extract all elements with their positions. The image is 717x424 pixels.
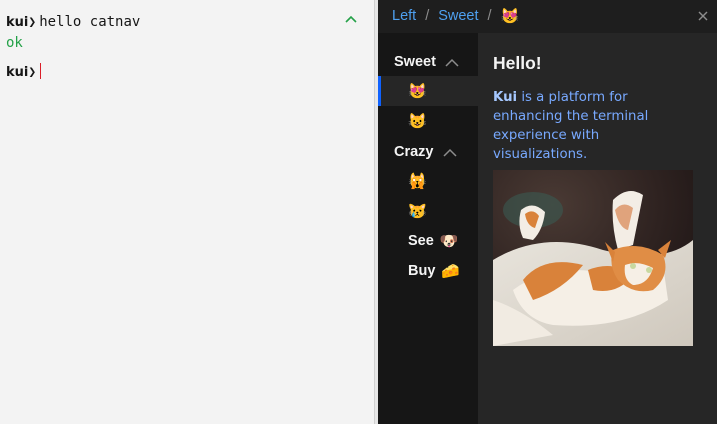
breadcrumb-left[interactable]: Left xyxy=(392,8,416,24)
text-caret xyxy=(40,63,42,79)
cat-photo xyxy=(493,170,693,346)
smiling-cat-icon: 😺 xyxy=(408,113,427,130)
nav-item-label: See xyxy=(408,233,434,249)
heart-eyes-cat-icon: 😻 xyxy=(408,83,427,100)
sidecar-nav: Sweet 😻 😺 Crazy 🙀 😿 See 🐶 Buy 🧀 xyxy=(378,33,478,424)
command-text: hello catnav xyxy=(39,14,141,30)
command-output: ok xyxy=(6,35,23,51)
cheese-icon: 🧀 xyxy=(441,263,461,280)
close-button[interactable] xyxy=(696,8,710,22)
command-input[interactable]: kui❯ xyxy=(6,63,42,82)
content-description-strong: Kui xyxy=(493,90,518,105)
nav-item-weary-cat[interactable]: 🙀 xyxy=(378,166,478,196)
chevron-up-icon xyxy=(345,15,357,23)
nav-item-crying-cat[interactable]: 😿 xyxy=(378,196,478,226)
sidecar: Left / Sweet / 😻 Sweet 😻 😺 Crazy 🙀 😿 See… xyxy=(378,0,717,424)
nav-section-label: Crazy xyxy=(394,144,434,160)
content-description: Kui is a platform for enhancing the term… xyxy=(493,88,693,164)
collapse-output-button[interactable] xyxy=(343,12,359,28)
sidecar-header: Left / Sweet / 😻 xyxy=(378,0,717,33)
weary-cat-icon: 🙀 xyxy=(408,173,427,190)
close-icon xyxy=(698,11,708,21)
breadcrumb-current: 😻 xyxy=(500,8,520,25)
nav-item-smiling-cat[interactable]: 😺 xyxy=(378,106,478,136)
breadcrumb-separator: / xyxy=(425,8,430,24)
breadcrumb-sweet[interactable]: Sweet xyxy=(438,8,478,24)
prompt-chevron: ❯ xyxy=(28,65,37,80)
nav-item-buy[interactable]: Buy 🧀 xyxy=(378,256,478,286)
nav-item-heart-eyes-cat[interactable]: 😻 xyxy=(378,76,478,106)
breadcrumb: Left / Sweet / 😻 xyxy=(392,6,519,26)
nav-item-see[interactable]: See 🐶 xyxy=(378,226,478,256)
content-description-text: is a platform for enhancing the terminal… xyxy=(493,90,649,162)
prompt-label: kui xyxy=(6,65,29,80)
terminal-pane[interactable]: kui❯ hello catnav ok kui❯ xyxy=(0,0,374,424)
crying-cat-icon: 😿 xyxy=(408,203,427,220)
dog-icon: 🐶 xyxy=(439,233,459,250)
chevron-up-icon xyxy=(442,148,457,157)
nav-section-label: Sweet xyxy=(394,54,436,70)
prompt-chevron: ❯ xyxy=(28,15,37,30)
nav-item-label: Buy xyxy=(408,263,436,279)
prompt-label: kui xyxy=(6,15,29,30)
nav-section-sweet[interactable]: Sweet xyxy=(394,51,459,73)
chevron-up-icon xyxy=(445,58,459,67)
command-block: kui❯ hello catnav xyxy=(6,13,140,32)
nav-section-crazy[interactable]: Crazy xyxy=(394,141,457,163)
content-title: Hello! xyxy=(493,53,542,73)
breadcrumb-separator: / xyxy=(487,8,492,24)
